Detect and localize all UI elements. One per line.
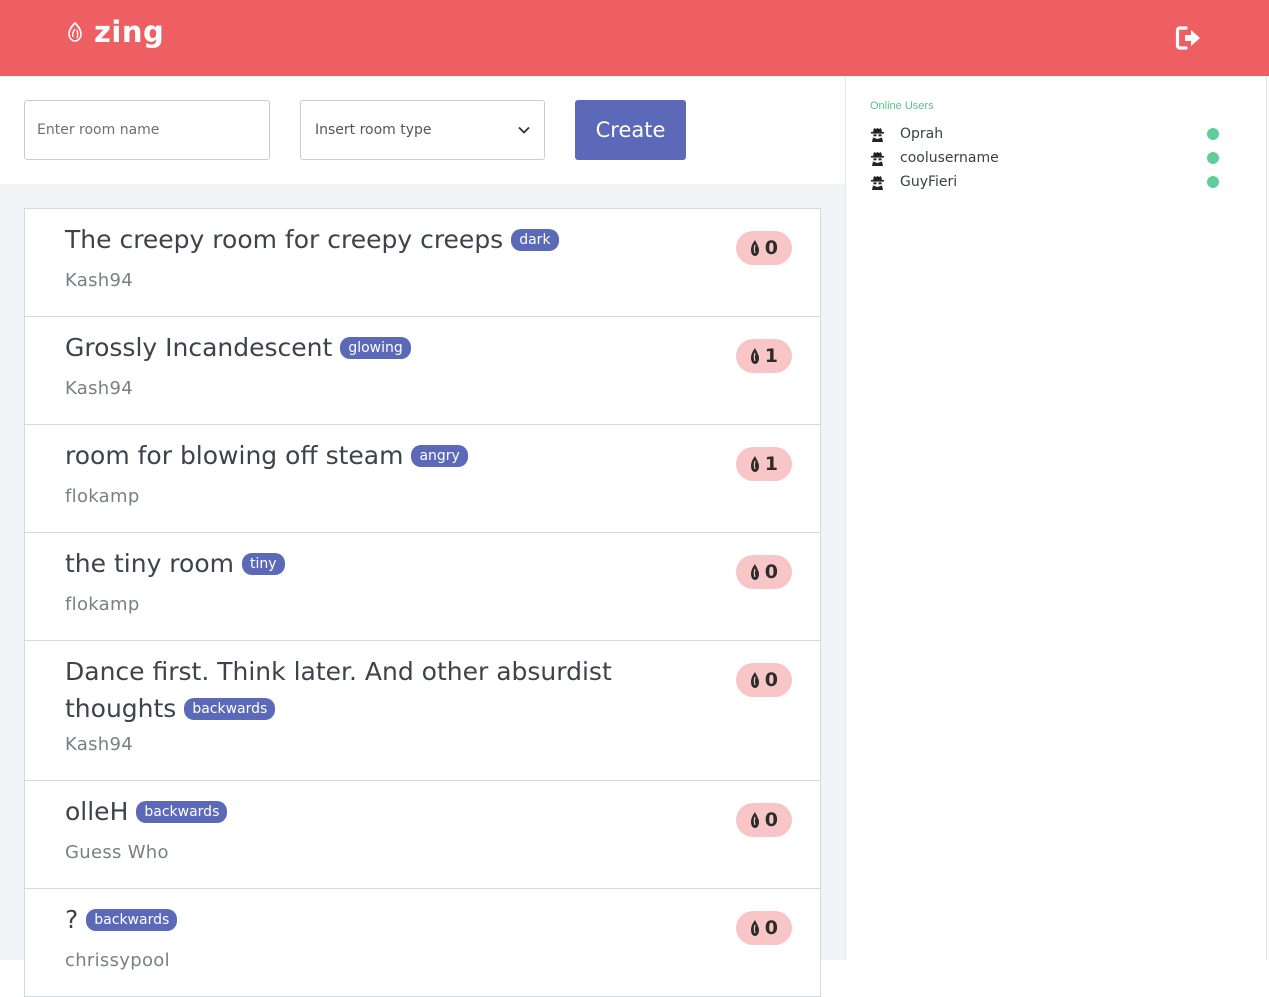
- room-title: the tiny room: [65, 549, 234, 578]
- user-secret-icon: [871, 128, 884, 142]
- flame-icon: [750, 672, 759, 688]
- user-count-badge: 0: [735, 231, 792, 265]
- chevron-down-icon: [518, 126, 530, 134]
- online-user-name: coolusername: [900, 150, 999, 166]
- room-title: olleH: [65, 797, 129, 826]
- room-owner: Kash94: [65, 378, 134, 399]
- flame-icon: [750, 564, 759, 580]
- user-count: 0: [764, 917, 778, 939]
- room-card[interactable]: olleH backwards Guess Who 0: [24, 780, 821, 889]
- online-status-dot: [1207, 128, 1219, 140]
- user-count-badge: 0: [735, 803, 792, 837]
- room-card[interactable]: Dance first. Think later. And other absu…: [24, 640, 821, 781]
- room-owner: chrissypool: [65, 950, 170, 971]
- online-users-title: Online Users: [870, 100, 934, 112]
- room-tag: backwards: [184, 698, 276, 720]
- room-tag: backwards: [136, 801, 228, 823]
- flame-icon: [750, 812, 759, 828]
- room-card[interactable]: The creepy room for creepy creeps dark Ka…: [24, 208, 821, 317]
- flame-icon: [750, 348, 759, 364]
- room-card[interactable]: the tiny room tiny flokamp 0: [24, 532, 821, 641]
- room-tag: angry: [411, 445, 468, 467]
- room-type-placeholder: Insert room type: [315, 122, 432, 138]
- room-tag: tiny: [241, 553, 285, 575]
- room-name-input[interactable]: [24, 100, 270, 160]
- online-status-dot: [1207, 152, 1219, 164]
- sign-out-icon: [1175, 26, 1200, 50]
- flame-icon: [750, 240, 759, 256]
- online-user[interactable]: Oprah: [870, 123, 1220, 145]
- user-secret-icon: [871, 176, 884, 190]
- room-tag: backwards: [86, 909, 178, 931]
- room-type-select[interactable]: Insert room type: [300, 100, 545, 160]
- user-secret-icon: [871, 152, 884, 166]
- room-tag: dark: [511, 229, 559, 251]
- user-count-badge: 0: [735, 555, 792, 589]
- online-user[interactable]: GuyFieri: [870, 171, 1220, 193]
- room-title: The creepy room for creepy creeps: [65, 225, 504, 254]
- online-user-name: Oprah: [900, 126, 944, 142]
- room-card[interactable]: room for blowing off steam angry flokamp …: [24, 424, 821, 533]
- user-count-badge: 0: [735, 663, 792, 697]
- user-count: 0: [764, 561, 778, 583]
- flame-icon: [750, 456, 759, 472]
- user-count: 0: [764, 237, 778, 259]
- brand-name: zing: [94, 15, 165, 49]
- room-tag: glowing: [340, 337, 411, 359]
- online-user-name: GuyFieri: [900, 174, 958, 190]
- user-count-badge: 0: [735, 911, 792, 945]
- room-list: The creepy room for creepy creeps dark Ka…: [24, 208, 821, 997]
- create-button[interactable]: Create: [575, 100, 686, 160]
- user-count: 1: [764, 453, 778, 475]
- online-user[interactable]: coolusername: [870, 147, 1220, 169]
- room-card[interactable]: ? backwards chrissypool 0: [24, 888, 821, 997]
- top-navbar: [0, 0, 1269, 76]
- logout-button[interactable]: [1175, 25, 1203, 51]
- user-count: 0: [764, 809, 778, 831]
- room-owner: Kash94: [65, 270, 134, 291]
- room-owner: Kash94: [65, 734, 134, 755]
- room-owner: flokamp: [65, 594, 140, 615]
- flame-icon: [750, 920, 759, 936]
- room-owner: Guess Who: [65, 842, 169, 863]
- room-title: room for blowing off steam: [65, 441, 404, 470]
- user-count: 1: [764, 345, 778, 367]
- user-count-badge: 1: [735, 447, 792, 481]
- online-status-dot: [1207, 176, 1219, 188]
- user-count-badge: 1: [735, 339, 792, 373]
- room-owner: flokamp: [65, 486, 140, 507]
- brand[interactable]: zing: [66, 14, 164, 50]
- room-card[interactable]: Grossly Incandescent glowing Kash94 1: [24, 316, 821, 425]
- user-count: 0: [764, 669, 778, 691]
- room-title: Dance first. Think later. And other absu…: [65, 657, 612, 723]
- room-title: Grossly Incandescent: [65, 333, 333, 362]
- room-title: ?: [65, 905, 79, 934]
- flame-icon: [66, 21, 86, 43]
